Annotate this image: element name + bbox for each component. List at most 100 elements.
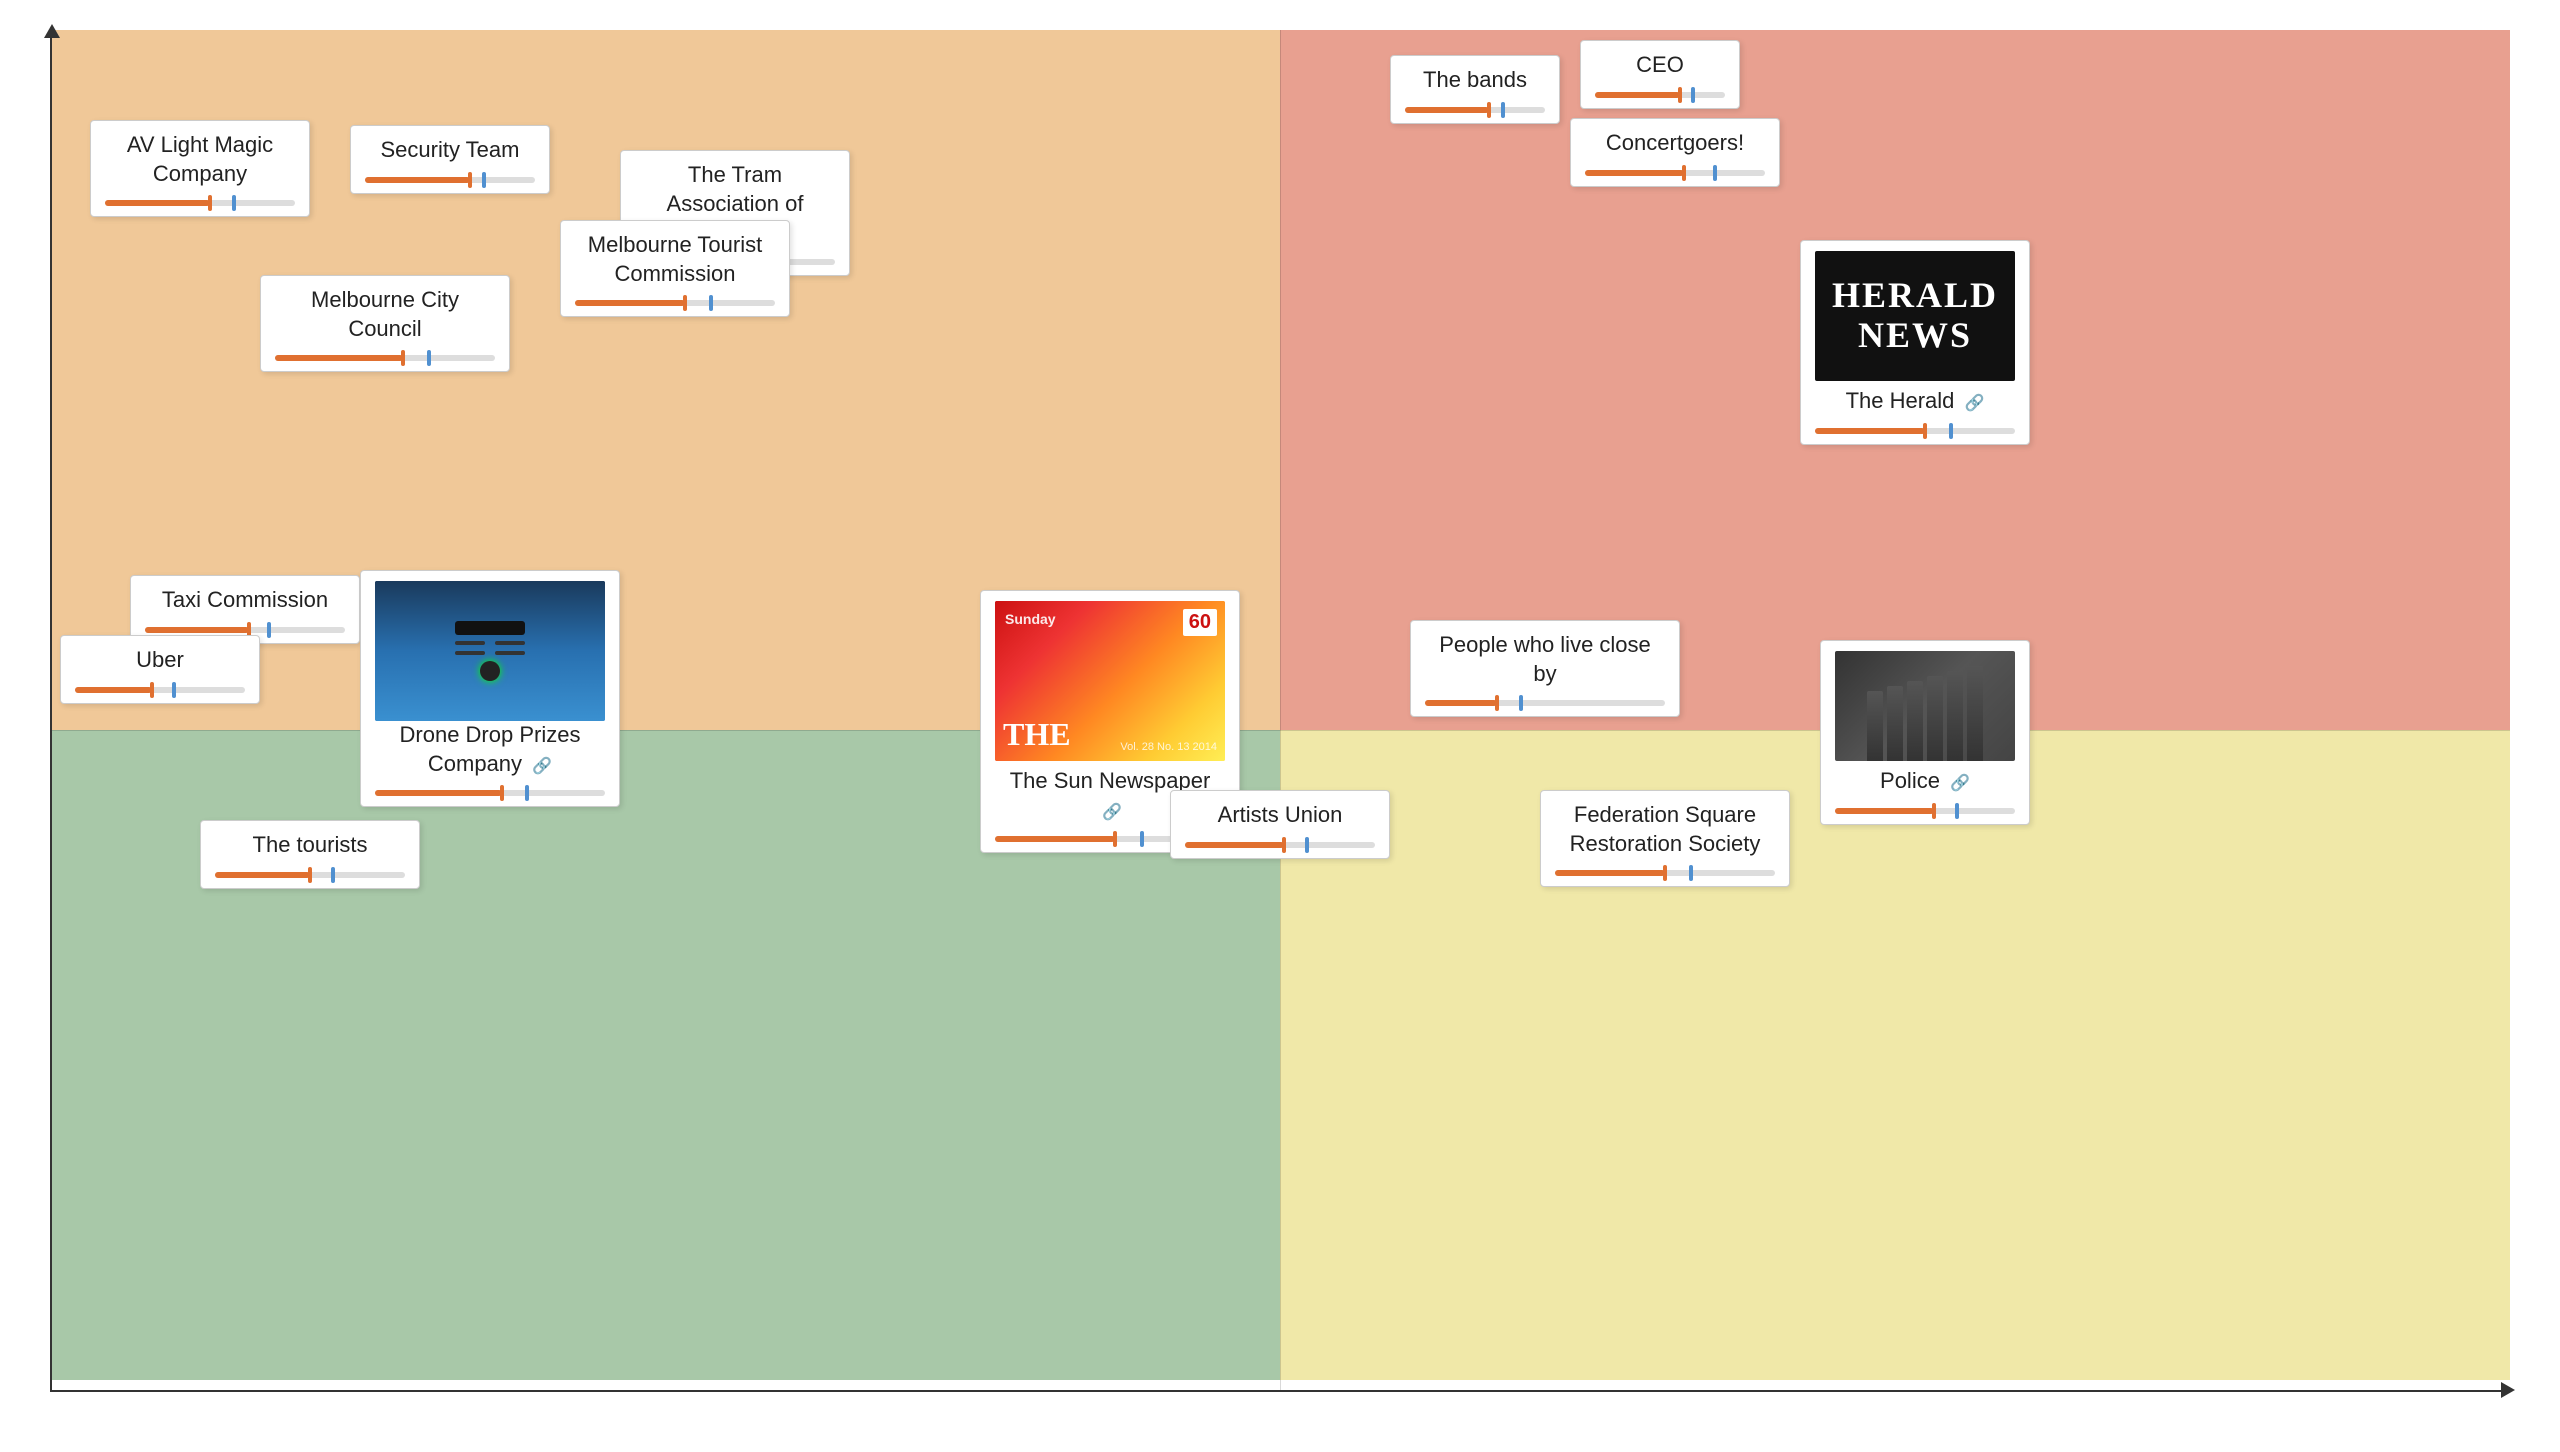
card-concertgoers[interactable]: Concertgoers! [1570, 118, 1780, 187]
slider-interest-ceo[interactable] [1595, 92, 1725, 98]
card-title-security: Security Team [381, 136, 520, 165]
slider-interest-bands[interactable] [1405, 107, 1545, 113]
slider-thumb-blue-uber[interactable] [172, 682, 176, 698]
slider-thumb-orange-drone[interactable] [500, 785, 504, 801]
card-herald[interactable]: HERALDNEWS The Herald 🔗 [1800, 240, 2030, 445]
slider-thumb-orange-tourists[interactable] [308, 867, 312, 883]
card-title-concertgoers: Concertgoers! [1606, 129, 1744, 158]
slider-thumb-blue-fed-square[interactable] [1689, 865, 1693, 881]
slider-interest-police[interactable] [1835, 808, 2015, 814]
slider-thumb-orange-police[interactable] [1932, 803, 1936, 819]
slider-thumb-blue-tourist-commission[interactable] [709, 295, 713, 311]
slider-thumb-orange-concertgoers[interactable] [1682, 165, 1686, 181]
slider-interest-herald[interactable] [1815, 428, 2015, 434]
card-fed-square[interactable]: Federation SquareRestoration Society [1540, 790, 1790, 887]
card-title-row: The bands [1405, 66, 1545, 103]
midline-vertical [1280, 30, 1281, 1390]
card-security[interactable]: Security Team [350, 125, 550, 194]
card-title-row: Police 🔗 [1835, 767, 2015, 804]
card-title-ceo: CEO [1636, 51, 1684, 80]
slider-fill-ceo [1595, 92, 1680, 98]
slider-thumb-blue-bands[interactable] [1501, 102, 1505, 118]
slider-interest-melbourne-cc[interactable] [275, 355, 495, 361]
clip-icon[interactable]: 🔗 [1102, 804, 1122, 821]
card-title-row: AV Light MagicCompany [105, 131, 295, 196]
slider-thumb-orange-melbourne-cc[interactable] [401, 350, 405, 366]
slider-thumb-blue-tourists[interactable] [331, 867, 335, 883]
slider-thumb-orange-av-light[interactable] [208, 195, 212, 211]
slider-thumb-orange-people-close[interactable] [1495, 695, 1499, 711]
card-tourists[interactable]: The tourists [200, 820, 420, 889]
slider-thumb-blue-security[interactable] [482, 172, 486, 188]
slider-thumb-orange-fed-square[interactable] [1663, 865, 1667, 881]
stakeholder-map: AV Light MagicCompany Security Team The … [0, 0, 2560, 1452]
slider-thumb-blue-people-close[interactable] [1519, 695, 1523, 711]
card-police[interactable]: Police 🔗 [1820, 640, 2030, 825]
clip-icon[interactable]: 🔗 [1950, 775, 1970, 792]
card-title-row: Concertgoers! [1585, 129, 1765, 166]
card-drone[interactable]: Drone Drop PrizesCompany 🔗 [360, 570, 620, 807]
slider-thumb-orange-uber[interactable] [150, 682, 154, 698]
clip-icon[interactable]: 🔗 [532, 758, 552, 775]
y-axis-arrow [44, 24, 60, 38]
card-people-close[interactable]: People who live close by [1410, 620, 1680, 717]
slider-thumb-orange-tourist-commission[interactable] [683, 295, 687, 311]
card-title-people-close: People who live close by [1425, 631, 1665, 688]
slider-interest-uber[interactable] [75, 687, 245, 693]
slider-fill-herald [1815, 428, 1925, 434]
slider-interest-taxi[interactable] [145, 627, 345, 633]
slider-fill-melbourne-cc [275, 355, 403, 361]
slider-interest-tourists[interactable] [215, 872, 405, 878]
slider-interest-concertgoers[interactable] [1585, 170, 1765, 176]
slider-thumb-orange-ceo[interactable] [1678, 87, 1682, 103]
slider-interest-artists-union[interactable] [1185, 842, 1375, 848]
card-title-row: People who live close by [1425, 631, 1665, 696]
slider-interest-drone[interactable] [375, 790, 605, 796]
slider-interest-av-light[interactable] [105, 200, 295, 206]
slider-thumb-blue-av-light[interactable] [232, 195, 236, 211]
slider-thumb-blue-concertgoers[interactable] [1713, 165, 1717, 181]
slider-thumb-blue-artists-union[interactable] [1305, 837, 1309, 853]
card-uber[interactable]: Uber [60, 635, 260, 704]
x-axis-arrow [2501, 1382, 2515, 1398]
slider-thumb-orange-herald[interactable] [1923, 423, 1927, 439]
slider-fill-tourist-commission [575, 300, 685, 306]
slider-interest-fed-square[interactable] [1555, 870, 1775, 876]
slider-thumb-orange-artists-union[interactable] [1282, 837, 1286, 853]
slider-fill-people-close [1425, 700, 1497, 706]
slider-thumb-blue-taxi[interactable] [267, 622, 271, 638]
slider-fill-police [1835, 808, 1934, 814]
slider-thumb-blue-herald[interactable] [1949, 423, 1953, 439]
card-taxi[interactable]: Taxi Commission [130, 575, 360, 644]
card-title-av-light: AV Light MagicCompany [127, 131, 273, 188]
slider-interest-security[interactable] [365, 177, 535, 183]
slider-fill-av-light [105, 200, 210, 206]
card-title-police: Police 🔗 [1880, 767, 1970, 796]
card-title-tourists: The tourists [253, 831, 368, 860]
slider-fill-security [365, 177, 470, 183]
clip-icon[interactable]: 🔗 [1965, 395, 1985, 412]
slider-thumb-blue-sun-newspaper[interactable] [1140, 831, 1144, 847]
card-title-row: Uber [75, 646, 245, 683]
card-ceo[interactable]: CEO [1580, 40, 1740, 109]
slider-thumb-orange-sun-newspaper[interactable] [1113, 831, 1117, 847]
slider-interest-tourist-commission[interactable] [575, 300, 775, 306]
card-av-light[interactable]: AV Light MagicCompany [90, 120, 310, 217]
slider-thumb-blue-ceo[interactable] [1691, 87, 1695, 103]
slider-thumb-orange-security[interactable] [468, 172, 472, 188]
slider-fill-drone [375, 790, 502, 796]
card-title-row: Federation SquareRestoration Society [1555, 801, 1775, 866]
card-title-row: The tourists [215, 831, 405, 868]
slider-thumb-blue-melbourne-cc[interactable] [427, 350, 431, 366]
card-artists-union[interactable]: Artists Union [1170, 790, 1390, 859]
slider-thumb-orange-bands[interactable] [1487, 102, 1491, 118]
card-title-row: Drone Drop PrizesCompany 🔗 [375, 721, 605, 786]
slider-thumb-blue-police[interactable] [1955, 803, 1959, 819]
slider-thumb-blue-drone[interactable] [525, 785, 529, 801]
quadrant-bottom-right [1280, 730, 2510, 1380]
slider-interest-people-close[interactable] [1425, 700, 1665, 706]
card-tourist-commission[interactable]: Melbourne TouristCommission [560, 220, 790, 317]
card-bands[interactable]: The bands [1390, 55, 1560, 124]
card-melbourne-cc[interactable]: Melbourne City Council [260, 275, 510, 372]
card-title-row: Melbourne City Council [275, 286, 495, 351]
